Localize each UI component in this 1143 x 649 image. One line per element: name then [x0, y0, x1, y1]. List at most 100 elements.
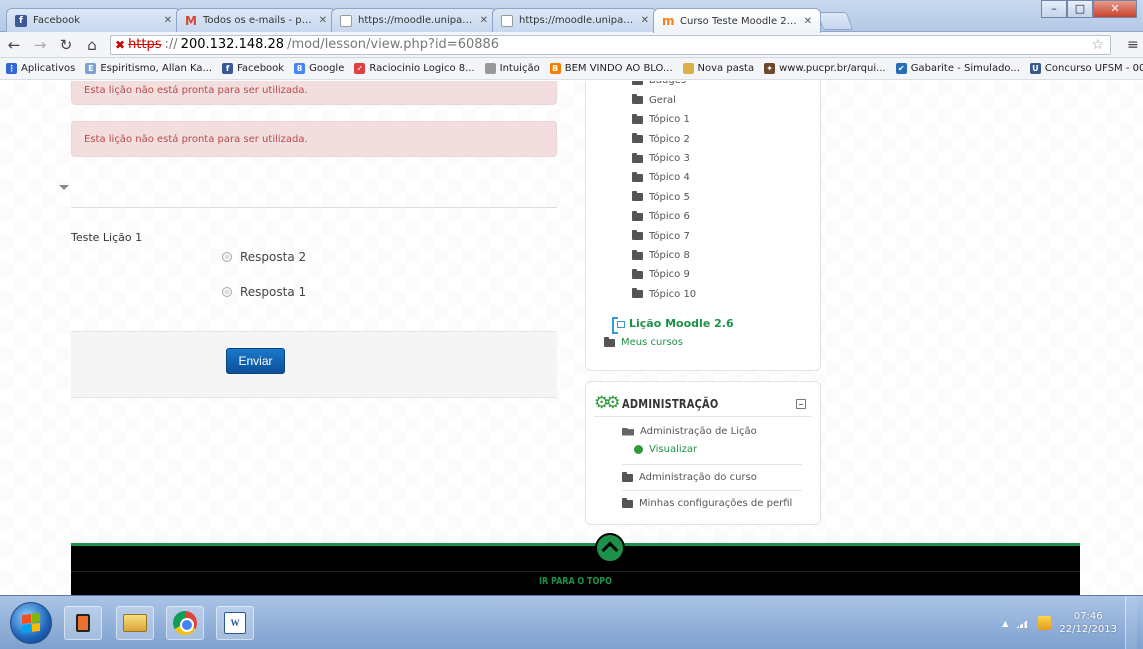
bookmark-icon: ✦ [764, 63, 776, 74]
taskbar-chrome[interactable] [166, 606, 204, 640]
admin-item-profile-settings[interactable]: Minhas configurações de perfil [622, 497, 793, 509]
close-icon[interactable]: ✕ [641, 15, 649, 26]
back-to-top-link[interactable]: IR PARA O TOPO [172, 576, 979, 587]
nav-item-label: Tópico 2 [649, 133, 690, 145]
folder-icon [632, 268, 643, 279]
url-host: 200.132.148.28 [180, 37, 285, 52]
close-icon[interactable]: ✕ [164, 15, 172, 26]
bookmark-icon: U [1029, 63, 1041, 74]
minimize-button[interactable]: – [1041, 0, 1067, 18]
close-window-button[interactable]: ✕ [1093, 0, 1137, 18]
bookmark-item[interactable]: ✦ www.pucpr.br/arqui... [764, 63, 886, 74]
reload-icon[interactable]: ↻ [58, 36, 74, 54]
lesson-not-ready-alert: Esta lição não está pronta para ser util… [71, 121, 557, 157]
bookmark-label: Concurso UFSM - 00... [1044, 63, 1143, 74]
nav-item-t-pico-8[interactable]: Tópico 8 [632, 249, 690, 261]
collapse-block-icon[interactable] [796, 399, 806, 409]
nav-item-t-pico-1[interactable]: Tópico 1 [632, 113, 690, 126]
url-separator: :// [164, 37, 178, 52]
tab-moodle-2[interactable]: https://moodle.unipampa ✕ [492, 8, 658, 32]
folder-open-icon [622, 427, 634, 436]
bookmark-item[interactable]: Intuição [484, 63, 540, 74]
tab-facebook[interactable]: f Facebook ✕ [6, 8, 181, 32]
folder-icon [622, 497, 633, 508]
tab-label: Todos os e-mails - paula.g [203, 15, 313, 26]
show-desktop-button[interactable] [1125, 596, 1137, 649]
broken-lock-icon[interactable]: ✖ [115, 38, 125, 52]
taskbar-explorer[interactable] [116, 606, 154, 640]
answer-option[interactable]: Resposta 2 [222, 250, 306, 264]
nav-item-my-courses[interactable]: Meus cursos [604, 336, 683, 348]
nav-item-label: Tópico 4 [649, 172, 690, 184]
bullet-icon [634, 445, 643, 454]
nav-item-label: Tópico 6 [649, 211, 690, 223]
bookmark-label: Gabarite - Simulado... [910, 63, 1020, 74]
network-signal-icon[interactable] [1016, 618, 1031, 628]
bookmark-label: Raciocinio Logico 8... [369, 63, 475, 74]
browser-toolbar: ← → ↻ ⌂ ✖ https://200.132.148.28/mod/les… [0, 32, 1143, 58]
submit-button[interactable]: Enviar [226, 348, 285, 374]
start-button[interactable] [10, 602, 52, 644]
home-icon[interactable]: ⌂ [84, 36, 100, 54]
nav-item-t-pico-7[interactable]: Tópico 7 [632, 230, 690, 242]
bookmark-icon [484, 63, 496, 74]
nav-item-t-pico-10[interactable]: Tópico 10 [632, 288, 696, 300]
new-tab-button[interactable] [816, 12, 854, 30]
menu-icon[interactable]: ≡ [1127, 37, 1141, 53]
tab-curso-teste[interactable]: m Curso Teste Moodle 2.6 02 ✕ [653, 8, 821, 33]
nav-item-t-pico-6[interactable]: Tópico 6 [632, 210, 690, 223]
action-center-icon[interactable] [1038, 616, 1052, 630]
nav-item-t-pico-9[interactable]: Tópico 9 [632, 268, 690, 280]
close-icon[interactable]: ✕ [480, 15, 488, 26]
bookmark-item[interactable]: 8 Google [294, 63, 344, 74]
nav-item-badges[interactable]: Badges [632, 81, 686, 86]
admin-item-course-admin[interactable]: Administração do curso [622, 471, 757, 483]
bookmark-item[interactable]: Nova pasta [682, 63, 754, 74]
admin-item-view[interactable]: Visualizar [634, 444, 697, 455]
bookmark-item[interactable]: UConcurso UFSM - 00... [1029, 63, 1143, 74]
clock-date: 22/12/2013 [1059, 624, 1117, 635]
nav-item-current-lesson[interactable]: Lição Moodle 2.6 [612, 317, 734, 334]
nav-item-t-pico-2[interactable]: Tópico 2 [632, 133, 690, 145]
page-icon [340, 14, 352, 27]
bookmark-item[interactable]: ✔ Gabarite - Simulado... [895, 63, 1020, 74]
answer-option[interactable]: Resposta 1 [222, 285, 306, 299]
url-path: /mod/lesson/view.php?id=60886 [287, 37, 500, 52]
radio-button[interactable] [222, 287, 232, 297]
taskbar-media-player[interactable] [64, 606, 102, 640]
back-to-top-icon[interactable] [595, 533, 625, 563]
admin-item-label: Administração de Lição [640, 426, 757, 437]
nav-item-label: Tópico 1 [649, 114, 690, 126]
forward-arrow-icon[interactable]: → [32, 36, 48, 54]
window-controls: – □ ✕ [1041, 0, 1137, 18]
browser-tab-strip: f Facebook ✕ M Todos os e-mails - paula.… [0, 0, 1143, 33]
admin-item-lesson-admin[interactable]: Administração de Lição [622, 426, 757, 437]
bookmark-icon: 8 [294, 63, 306, 74]
collapse-arrow-icon[interactable] [59, 185, 69, 190]
bookmark-item[interactable]: ⋮ Aplicativos [6, 63, 75, 74]
maximize-button[interactable]: □ [1067, 0, 1093, 18]
radio-button[interactable] [222, 252, 232, 262]
taskbar-word[interactable]: W [216, 606, 254, 640]
address-bar[interactable]: ✖ https://200.132.148.28/mod/lesson/view… [110, 34, 1111, 55]
folder-icon [632, 171, 643, 182]
nav-item-t-pico-4[interactable]: Tópico 4 [632, 171, 690, 184]
nav-item-label: Tópico 8 [649, 250, 690, 261]
bookmark-item[interactable]: ✓ Raciocinio Logico 8... [354, 63, 475, 74]
nav-item-t-pico-3[interactable]: Tópico 3 [632, 152, 690, 164]
bookmark-item[interactable]: B BEM VINDO AO BLO... [549, 63, 673, 74]
chrome-icon [173, 611, 197, 635]
admin-item-label: Minhas configurações de perfil [639, 498, 793, 509]
tray-expand-icon[interactable]: ▲ [1002, 619, 1008, 628]
nav-item-t-pico-5[interactable]: Tópico 5 [632, 191, 690, 203]
bookmark-item[interactable]: E Espiritismo, Allan Ka... [85, 63, 212, 74]
back-arrow-icon[interactable]: ← [6, 36, 22, 54]
close-icon[interactable]: ✕ [319, 15, 327, 26]
tab-gmail[interactable]: M Todos os e-mails - paula.g ✕ [176, 8, 336, 32]
clock[interactable]: 07:46 22/12/2013 [1059, 610, 1117, 636]
bookmark-star-icon[interactable]: ☆ [1091, 37, 1104, 53]
close-icon[interactable]: ✕ [804, 16, 812, 27]
nav-item-geral[interactable]: Geral [632, 94, 676, 106]
tab-moodle-1[interactable]: https://moodle.unipampa ✕ [331, 8, 497, 32]
bookmark-item[interactable]: f Facebook [222, 63, 284, 74]
